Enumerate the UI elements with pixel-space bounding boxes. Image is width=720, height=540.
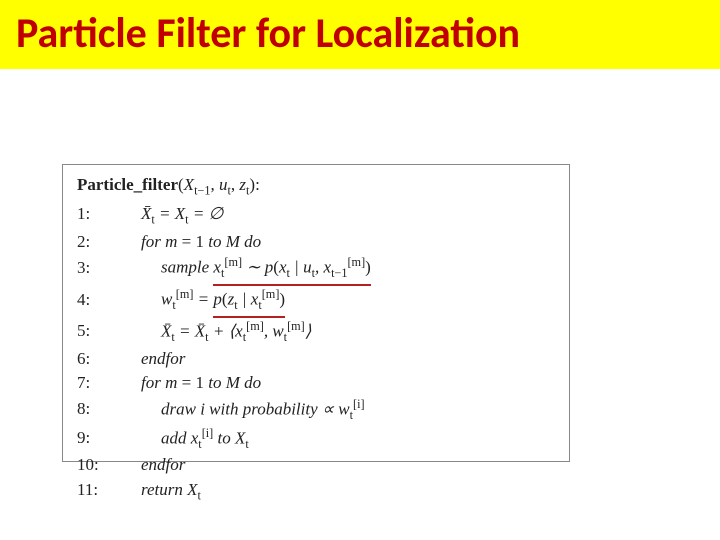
line-body: sample xt[m] ∼ p(xt | ut, xt−1[m]) xyxy=(111,254,371,286)
algo-line: 2: for m = 1 to M do xyxy=(77,230,555,255)
line-body: return Xt xyxy=(111,478,201,505)
line-number: 9: xyxy=(77,426,111,451)
line-body: for m = 1 to M do xyxy=(111,371,261,396)
line-number: 10: xyxy=(77,453,111,478)
line-body: wt[m] = p(zt | xt[m]) xyxy=(111,286,285,318)
line-body: add xt[i] to Xt xyxy=(111,425,249,454)
algo-line: 11: return Xt xyxy=(77,478,555,505)
line-number: 11: xyxy=(77,478,111,503)
line-number: 4: xyxy=(77,288,111,313)
algo-line: 7: for m = 1 to M do xyxy=(77,371,555,396)
algo-line: 6: endfor xyxy=(77,347,555,372)
algorithm-header: Particle_filter(Xt−1, ut, zt): xyxy=(77,175,555,198)
algo-line: 9: add xt[i] to Xt xyxy=(77,425,555,454)
line-body: X̄t = X̄t + ⟨xt[m], wt[m]⟩ xyxy=(111,318,311,347)
line-number: 8: xyxy=(77,397,111,422)
line-number: 2: xyxy=(77,230,111,255)
line-number: 7: xyxy=(77,371,111,396)
algo-line: 3: sample xt[m] ∼ p(xt | ut, xt−1[m]) xyxy=(77,254,555,286)
algorithm-name: Particle_filter xyxy=(77,175,178,194)
line-body: X̄t = Xt = ∅ xyxy=(111,202,223,229)
slide-title: Particle Filter for Localization xyxy=(16,8,704,59)
line-body: endfor xyxy=(111,347,185,372)
line-body: for m = 1 to M do xyxy=(111,230,261,255)
line-number: 5: xyxy=(77,319,111,344)
line-number: 3: xyxy=(77,256,111,281)
line-body: draw i with probability ∝ wt[i] xyxy=(111,396,365,425)
algo-line: 5: X̄t = X̄t + ⟨xt[m], wt[m]⟩ xyxy=(77,318,555,347)
line-number: 6: xyxy=(77,347,111,372)
algorithm-args: (Xt−1, ut, zt): xyxy=(178,175,260,194)
title-bar: Particle Filter for Localization xyxy=(0,0,720,69)
algo-line: 1: X̄t = Xt = ∅ xyxy=(77,202,555,229)
line-number: 1: xyxy=(77,202,111,227)
algo-line: 4: wt[m] = p(zt | xt[m]) xyxy=(77,286,555,318)
algo-line: 10: endfor xyxy=(77,453,555,478)
line-body: endfor xyxy=(111,453,185,478)
algo-line: 8: draw i with probability ∝ wt[i] xyxy=(77,396,555,425)
algorithm-box: Particle_filter(Xt−1, ut, zt): 1: X̄t = … xyxy=(62,164,570,462)
